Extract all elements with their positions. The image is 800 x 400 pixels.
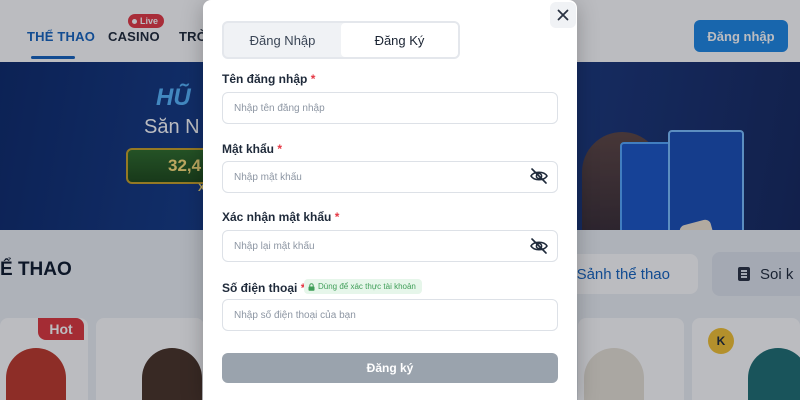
username-label-text: Tên đăng nhập (222, 72, 308, 86)
required-mark: * (277, 142, 283, 156)
confirm-password-input[interactable] (222, 230, 558, 262)
tab-register[interactable]: Đăng Ký (341, 23, 458, 57)
eye-slash-icon[interactable] (529, 167, 549, 185)
close-button[interactable] (550, 2, 576, 28)
register-modal (203, 0, 577, 400)
verify-note-badge: Dùng để xác thực tài khoản (304, 279, 422, 294)
tab-login[interactable]: Đăng Nhập (224, 23, 341, 57)
password-label-text: Mật khẩu (222, 142, 275, 156)
password-label: Mật khẩu * (222, 142, 282, 156)
username-label: Tên đăng nhập * (222, 72, 315, 86)
phone-label-text: Số điện thoại (222, 281, 298, 295)
close-icon (557, 9, 569, 21)
phone-input[interactable] (222, 299, 558, 331)
phone-label: Số điện thoại * (222, 281, 305, 295)
auth-tabs: Đăng Nhập Đăng Ký (222, 21, 460, 59)
verify-note-text: Dùng để xác thực tài khoản (318, 282, 416, 291)
confirm-password-label-text: Xác nhận mật khẩu (222, 210, 332, 224)
password-input[interactable] (222, 161, 558, 193)
required-mark: * (334, 210, 340, 224)
eye-slash-icon[interactable] (529, 237, 549, 255)
required-mark: * (310, 72, 316, 86)
username-input[interactable] (222, 92, 558, 124)
register-submit-button[interactable]: Đăng ký (222, 353, 558, 383)
confirm-password-label: Xác nhận mật khẩu * (222, 210, 339, 224)
lock-icon (308, 282, 315, 291)
